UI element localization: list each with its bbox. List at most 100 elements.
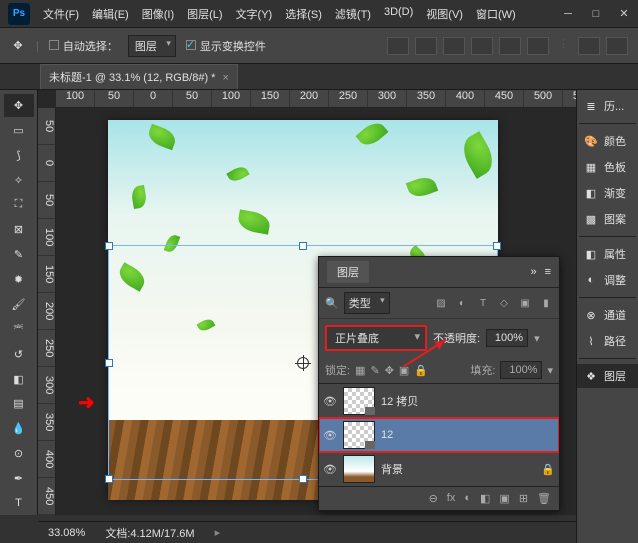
show-transform-checkbox[interactable]: 显示变换控件	[186, 38, 266, 54]
panel-history[interactable]: ≣历...	[577, 94, 638, 118]
filter-type-icon[interactable]: T	[476, 296, 490, 310]
group-icon[interactable]: ▣	[499, 492, 509, 505]
move-tool[interactable]: ✥	[4, 94, 34, 117]
transform-handle[interactable]	[105, 359, 113, 367]
lock-pixels-icon[interactable]: ▦	[355, 364, 365, 377]
panel-color[interactable]: 🎨颜色	[577, 129, 638, 153]
transform-handle[interactable]	[493, 242, 501, 250]
transform-handle[interactable]	[105, 475, 113, 483]
close-button[interactable]: ✕	[618, 8, 630, 20]
panel-collapse-icon[interactable]: »	[530, 266, 536, 278]
more-icon[interactable]	[606, 37, 628, 55]
menu-layer[interactable]: 图层(L)	[182, 3, 227, 25]
auto-select-checkbox[interactable]: 自动选择：	[49, 38, 118, 54]
panel-properties[interactable]: ◧属性	[577, 242, 638, 266]
align-icon[interactable]	[499, 37, 521, 55]
gradient-tool[interactable]: ▤	[4, 393, 34, 416]
visibility-icon[interactable]: 👁	[323, 428, 337, 442]
layers-panel-tab[interactable]: 图层	[327, 261, 369, 283]
fill-input[interactable]: 100%	[500, 361, 542, 379]
document-tab[interactable]: 未标题-1 @ 33.1% (12, RGB/8#) * ×	[40, 64, 238, 89]
transform-center[interactable]	[295, 355, 311, 371]
menu-image[interactable]: 图像(I)	[137, 3, 179, 25]
layer-item[interactable]: 👁 背景 🔒	[319, 452, 559, 486]
menu-file[interactable]: 文件(F)	[38, 3, 84, 25]
transform-handle[interactable]	[299, 475, 307, 483]
new-layer-icon[interactable]: ⊞	[519, 492, 528, 505]
filter-shape-icon[interactable]: ◇	[497, 296, 511, 310]
layer-item[interactable]: 👁 12	[319, 418, 559, 452]
align-icon[interactable]	[471, 37, 493, 55]
magic-wand-tool[interactable]: ✧	[4, 169, 34, 192]
distribute-icon[interactable]	[578, 37, 600, 55]
align-icon[interactable]	[387, 37, 409, 55]
auto-select-dropdown[interactable]: 图层	[128, 35, 176, 57]
panel-layers[interactable]: ❖图层	[577, 364, 638, 388]
stamp-tool[interactable]: ⎃	[4, 318, 34, 341]
filter-toggle-icon[interactable]: ▮	[539, 296, 553, 310]
menu-3d[interactable]: 3D(D)	[379, 3, 418, 25]
crop-tool[interactable]: ⛶	[4, 194, 34, 217]
menu-select[interactable]: 选择(S)	[280, 3, 327, 25]
delete-layer-icon[interactable]: 🗑	[537, 492, 551, 505]
layer-name[interactable]: 12 拷贝	[381, 393, 418, 409]
mask-icon[interactable]: ◐	[464, 492, 471, 505]
history-brush-tool[interactable]: ↺	[4, 343, 34, 366]
filter-smart-icon[interactable]: ▣	[518, 296, 532, 310]
menu-edit[interactable]: 编辑(E)	[87, 3, 134, 25]
layer-thumbnail[interactable]	[343, 387, 375, 415]
app-logo: Ps	[8, 3, 30, 25]
panel-gradients[interactable]: ◧渐变	[577, 181, 638, 205]
layer-thumbnail[interactable]	[343, 455, 375, 483]
text-tool[interactable]: T	[4, 492, 34, 515]
transform-handle[interactable]	[105, 242, 113, 250]
blur-tool[interactable]: 💧	[4, 417, 34, 440]
marquee-tool[interactable]: ▭	[4, 119, 34, 142]
panel-swatches[interactable]: ▦色板	[577, 155, 638, 179]
layer-item[interactable]: 👁 12 拷贝	[319, 384, 559, 418]
visibility-icon[interactable]: 👁	[323, 394, 337, 408]
panel-paths[interactable]: ⌇路径	[577, 329, 638, 353]
minimize-button[interactable]: ─	[562, 8, 574, 20]
fx-icon[interactable]: fx	[447, 492, 456, 505]
lock-all-icon[interactable]: 🔒	[414, 364, 428, 377]
healing-tool[interactable]: ✹	[4, 268, 34, 291]
layer-thumbnail[interactable]	[343, 421, 375, 449]
menu-filter[interactable]: 滤镜(T)	[330, 3, 376, 25]
panel-patterns[interactable]: ▩图案	[577, 207, 638, 231]
lasso-tool[interactable]: ⟆	[4, 144, 34, 167]
layer-name[interactable]: 12	[381, 429, 393, 441]
maximize-button[interactable]: □	[590, 8, 602, 20]
menu-type[interactable]: 文字(Y)	[231, 3, 278, 25]
lock-label: 锁定:	[325, 362, 350, 378]
panel-channels[interactable]: ⊗通道	[577, 303, 638, 327]
adjustment-icon[interactable]: ◧	[480, 492, 490, 505]
lock-move-icon[interactable]: ✥	[385, 364, 394, 377]
zoom-level[interactable]: 33.08%	[48, 527, 85, 539]
layer-name[interactable]: 背景	[381, 461, 403, 477]
align-icon[interactable]	[443, 37, 465, 55]
panel-menu-icon[interactable]: ≡	[545, 266, 551, 278]
frame-tool[interactable]: ⊠	[4, 218, 34, 241]
link-layers-icon[interactable]: ⊖	[429, 492, 438, 505]
blend-mode-dropdown[interactable]: 正片叠底	[325, 325, 427, 351]
pen-tool[interactable]: ✒	[4, 467, 34, 490]
lock-position-icon[interactable]: ✎	[370, 364, 379, 377]
eyedropper-tool[interactable]: ✎	[4, 243, 34, 266]
align-icon[interactable]	[527, 37, 549, 55]
brush-tool[interactable]: 🖌	[4, 293, 34, 316]
eraser-tool[interactable]: ◧	[4, 368, 34, 391]
panel-adjustments[interactable]: ◐调整	[577, 268, 638, 292]
opacity-input[interactable]: 100%	[486, 329, 528, 347]
layers-panel[interactable]: 图层 »≡ 🔍 类型 ▨ ◐ T ◇ ▣ ▮ 正片叠底 不透明度: 100% ▾…	[318, 256, 560, 511]
transform-handle[interactable]	[299, 242, 307, 250]
layer-filter-dropdown[interactable]: 类型	[344, 292, 390, 314]
menu-window[interactable]: 窗口(W)	[471, 3, 521, 25]
filter-pixel-icon[interactable]: ▨	[434, 296, 448, 310]
dodge-tool[interactable]: ⊙	[4, 442, 34, 465]
align-icon[interactable]	[415, 37, 437, 55]
annotation-arrow: ➜	[78, 390, 95, 415]
menu-view[interactable]: 视图(V)	[421, 3, 468, 25]
visibility-icon[interactable]: 👁	[323, 462, 337, 476]
filter-adjust-icon[interactable]: ◐	[455, 296, 469, 310]
